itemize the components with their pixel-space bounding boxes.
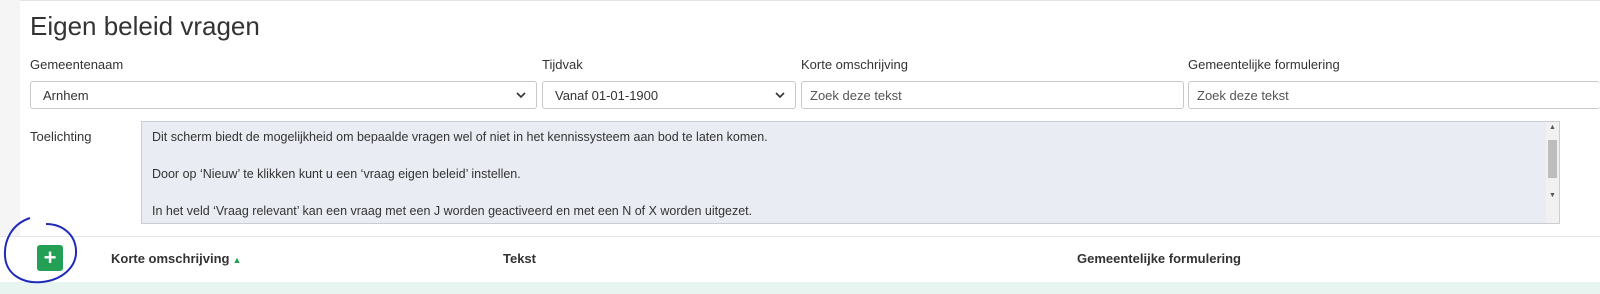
scroll-down-arrow-icon[interactable]: ▼: [1549, 192, 1556, 199]
sort-ascending-icon: ▲: [232, 255, 242, 265]
tijdvak-label: Tijdvak: [542, 57, 583, 72]
chevron-down-icon: [516, 92, 526, 99]
gemeentelijke-formulering-search-input[interactable]: Zoek deze tekst: [1188, 81, 1600, 109]
korte-omschrijving-search-input[interactable]: Zoek deze tekst: [801, 81, 1184, 109]
table-first-row-strip: [0, 282, 1600, 294]
scroll-up-arrow-icon[interactable]: ▲: [1549, 124, 1556, 131]
toelichting-line: [152, 184, 1536, 203]
scroll-thumb[interactable]: [1548, 140, 1557, 178]
toelichting-label: Toelichting: [30, 129, 92, 144]
column-header-label: Korte omschrijving: [111, 251, 230, 266]
gemeentelijke-formulering-placeholder: Zoek deze tekst: [1197, 88, 1289, 103]
toelichting-scrollbar[interactable]: ▲ ▼: [1546, 121, 1560, 224]
chevron-down-icon: [775, 92, 785, 99]
page-title: Eigen beleid vragen: [30, 11, 260, 41]
add-button[interactable]: +: [37, 245, 63, 271]
tijdvak-select[interactable]: Vanaf 01-01-1900: [542, 81, 796, 109]
column-header-tekst[interactable]: Tekst: [503, 251, 536, 266]
toelichting-line: In het veld ‘Vraag relevant’ kan een vra…: [152, 204, 753, 218]
column-header-gemeentelijke-formulering[interactable]: Gemeentelijke formulering: [1077, 251, 1241, 266]
gemeentelijke-formulering-label: Gemeentelijke formulering: [1188, 57, 1340, 72]
column-header-korte-omschrijving[interactable]: Korte omschrijving ▲: [111, 251, 241, 266]
gemeentenaam-label: Gemeentenaam: [30, 57, 124, 72]
toelichting-line: [152, 147, 1536, 166]
toelichting-textarea[interactable]: Dit scherm biedt de mogelijkheid om bepa…: [141, 121, 1547, 224]
tijdvak-value: Vanaf 01-01-1900: [555, 88, 659, 103]
korte-omschrijving-placeholder: Zoek deze tekst: [810, 88, 902, 103]
korte-omschrijving-label: Korte omschrijving: [801, 57, 908, 72]
gemeentenaam-select[interactable]: Arnhem: [30, 81, 537, 109]
gemeentenaam-value: Arnhem: [43, 88, 89, 103]
toelichting-line: Dit scherm biedt de mogelijkheid om bepa…: [152, 130, 768, 144]
toelichting-line: Door op ‘Nieuw’ te klikken kunt u een ‘v…: [152, 167, 521, 181]
